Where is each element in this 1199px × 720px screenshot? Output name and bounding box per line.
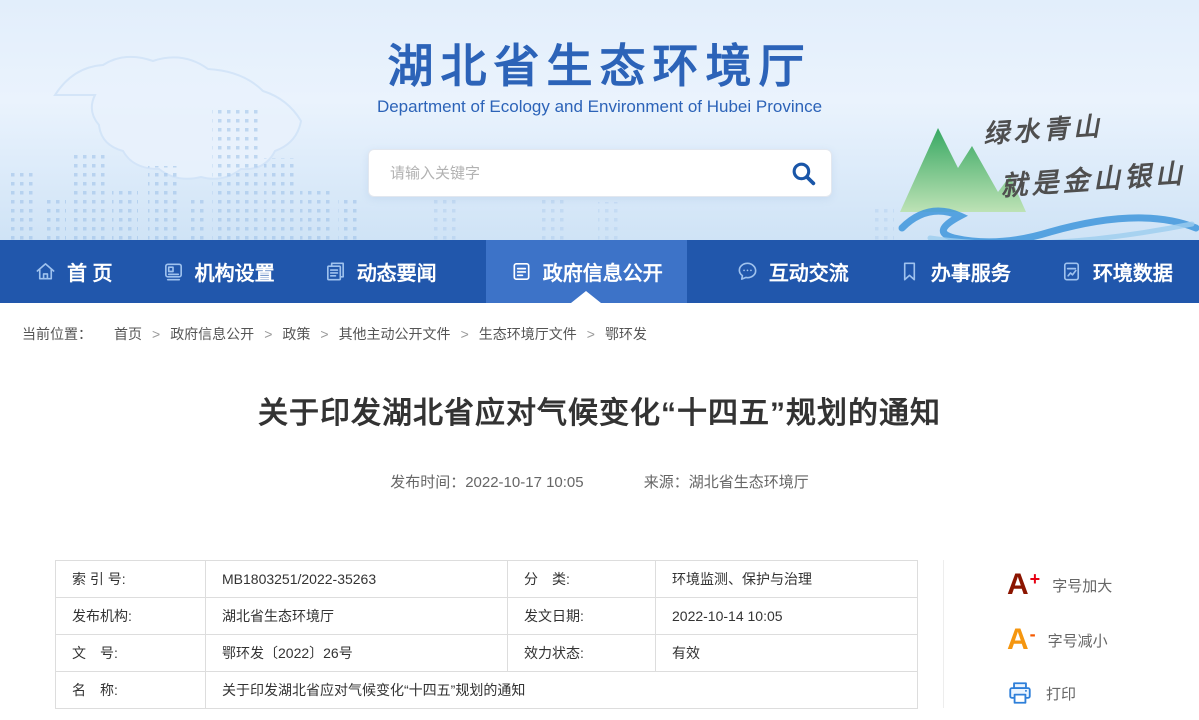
breadcrumb-item-other-docs[interactable]: 其他主动公开文件 [339, 324, 451, 344]
breadcrumb: 当前位置： 首页 > 政府信息公开 > 政策 > 其他主动公开文件 > 生态环境… [0, 303, 1199, 365]
breadcrumb-item-home[interactable]: 首页 [114, 324, 142, 344]
nav-item-label: 政府信息公开 [543, 257, 663, 286]
meta-value-validity: 有效 [656, 635, 918, 672]
nav-item-label: 环境数据 [1093, 257, 1173, 286]
meta-value-category: 环境监测、保护与治理 [656, 561, 918, 598]
search-input[interactable] [369, 165, 775, 182]
breadcrumb-item-ehuanfa[interactable]: 鄂环发 [605, 324, 647, 344]
meta-value-name: 关于印发湖北省应对气候变化“十四五”规划的通知 [206, 672, 918, 709]
meta-label-category: 分 类: [508, 561, 656, 598]
nav-item-home[interactable]: 首 页 [34, 240, 113, 303]
table-row: 文 号: 鄂环发〔2022〕26号 效力状态: 有效 [56, 635, 918, 672]
meta-value-doc-number: 鄂环发〔2022〕26号 [206, 635, 508, 672]
nav-item-label: 机构设置 [195, 257, 275, 286]
nav-item-interaction[interactable]: 互动交流 [736, 240, 849, 303]
home-icon [34, 260, 57, 283]
site-header: 湖北省生态环境厅 Department of Ecology and Envir… [0, 0, 1199, 240]
font-decrease-icon: A- [1007, 627, 1035, 654]
chat-icon [736, 260, 759, 283]
article-source: 来源：湖北省生态环境厅 [644, 474, 809, 491]
meta-value-index: MB1803251/2022-35263 [206, 561, 508, 598]
table-row: 发布机构: 湖北省生态环境厅 发文日期: 2022-10-14 10:05 [56, 598, 918, 635]
font-increase-label: 字号加大 [1052, 575, 1112, 596]
font-decrease-button[interactable]: A- 字号减小 [1007, 627, 1108, 654]
nav-item-env-data[interactable]: 环境数据 [1060, 240, 1173, 303]
font-increase-icon: A+ [1007, 572, 1039, 599]
nav-item-label: 办事服务 [931, 257, 1011, 286]
font-decrease-label: 字号减小 [1048, 630, 1108, 651]
meta-value-issue-date: 2022-10-14 10:05 [656, 598, 918, 635]
search-icon [790, 160, 817, 187]
nav-item-news[interactable]: 动态要闻 [324, 240, 437, 303]
print-button[interactable]: 打印 [1007, 680, 1076, 706]
table-row: 索 引 号: MB1803251/2022-35263 分 类: 环境监测、保护… [56, 561, 918, 598]
meta-label-doc-number: 文 号: [56, 635, 206, 672]
meta-label-validity: 效力状态: [508, 635, 656, 672]
breadcrumb-separator: > [587, 326, 595, 342]
bookmark-icon [898, 260, 921, 283]
breadcrumb-item-dept-docs[interactable]: 生态环境厅文件 [479, 324, 577, 344]
main-nav: 首 页 机构设置 动态要闻 政府信息公开 [0, 240, 1199, 303]
table-row: 名 称: 关于印发湖北省应对气候变化“十四五”规划的通知 [56, 672, 918, 709]
nav-item-info-disclosure[interactable]: 政府信息公开 [486, 240, 687, 303]
print-icon [1007, 680, 1033, 706]
breadcrumb-item-policy[interactable]: 政策 [282, 324, 310, 344]
print-label: 打印 [1046, 683, 1076, 704]
organization-icon [162, 260, 185, 283]
breadcrumb-item-info-disclosure[interactable]: 政府信息公开 [170, 324, 254, 344]
meta-label-issue-date: 发文日期: [508, 598, 656, 635]
article-dateline: 发布时间：2022-10-17 10:05 来源：湖北省生态环境厅 [0, 471, 1199, 492]
site-title: 湖北省生态环境厅 [0, 30, 1199, 96]
meta-value-publisher: 湖北省生态环境厅 [206, 598, 508, 635]
font-increase-button[interactable]: A+ 字号加大 [1007, 572, 1112, 599]
document-meta-table: 索 引 号: MB1803251/2022-35263 分 类: 环境监测、保护… [55, 560, 918, 709]
publish-time: 发布时间：2022-10-17 10:05 [390, 474, 583, 491]
meta-label-publisher: 发布机构: [56, 598, 206, 635]
search-bar [368, 149, 832, 197]
page: 湖北省生态环境厅 Department of Ecology and Envir… [0, 0, 1199, 720]
breadcrumb-separator: > [320, 326, 328, 342]
data-chart-icon [1060, 260, 1083, 283]
sidebar-divider [943, 560, 944, 708]
meta-label-name: 名 称: [56, 672, 206, 709]
search-button[interactable] [775, 150, 831, 196]
nav-item-label: 动态要闻 [357, 257, 437, 286]
meta-label-index: 索 引 号: [56, 561, 206, 598]
nav-item-organization[interactable]: 机构设置 [162, 240, 275, 303]
news-icon [324, 260, 347, 283]
breadcrumb-separator: > [461, 326, 469, 342]
nav-item-services[interactable]: 办事服务 [898, 240, 1011, 303]
info-disclosure-icon [510, 260, 533, 283]
nav-item-label: 首 页 [67, 257, 113, 286]
article-title: 关于印发湖北省应对气候变化“十四五”规划的通知 [0, 388, 1199, 432]
breadcrumb-separator: > [152, 326, 160, 342]
breadcrumb-prefix: 当前位置： [22, 324, 92, 344]
nav-item-label: 互动交流 [769, 257, 849, 286]
breadcrumb-separator: > [264, 326, 272, 342]
wave-logo [902, 211, 1196, 240]
